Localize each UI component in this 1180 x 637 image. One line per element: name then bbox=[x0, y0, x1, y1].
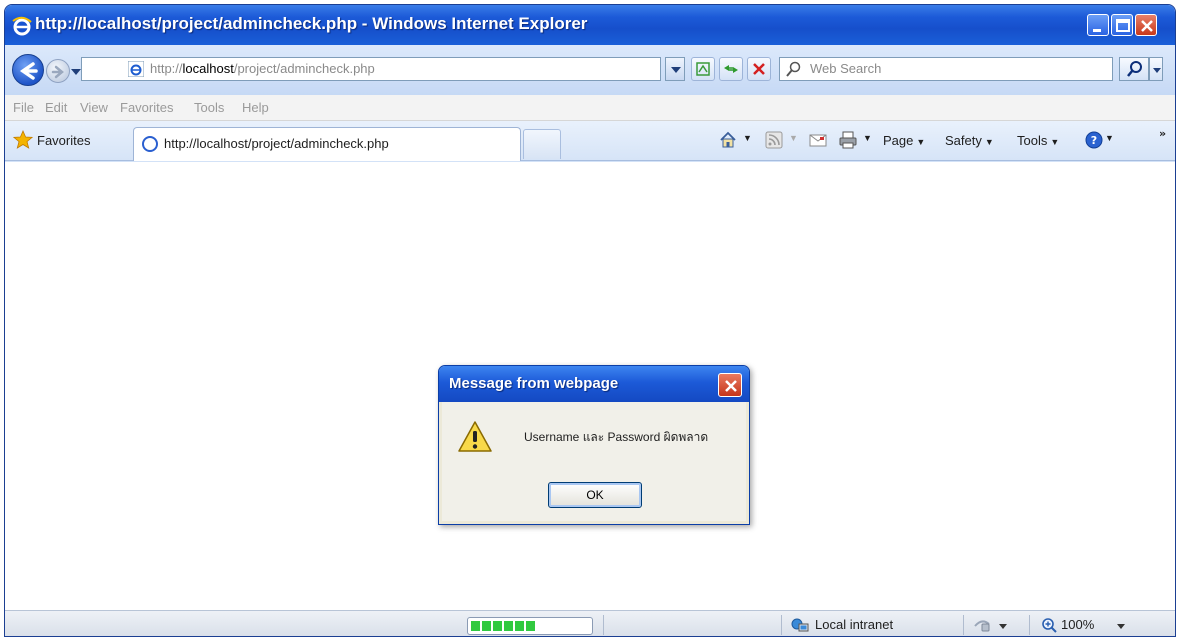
maximize-button[interactable] bbox=[1111, 14, 1133, 36]
forward-arrow-icon bbox=[51, 65, 64, 79]
alert-dialog: Message from webpage Username และ Passwo… bbox=[438, 365, 750, 525]
refresh-icon bbox=[724, 65, 738, 73]
safety-menu-label: Safety bbox=[945, 133, 982, 148]
status-divider bbox=[603, 615, 604, 635]
dialog-body: Username และ Password ผิดพลาด OK bbox=[442, 402, 746, 521]
search-options-dropdown[interactable] bbox=[1149, 57, 1163, 81]
close-icon bbox=[725, 380, 737, 392]
url-path: /project/admincheck.php bbox=[233, 61, 375, 76]
warning-icon bbox=[458, 421, 492, 452]
search-button[interactable] bbox=[1119, 57, 1149, 81]
back-button[interactable] bbox=[12, 54, 44, 86]
search-provider-icon bbox=[786, 61, 801, 77]
zoom-level[interactable]: 100% bbox=[1061, 617, 1094, 632]
maximize-icon bbox=[1116, 19, 1130, 32]
menu-file[interactable]: File bbox=[13, 100, 34, 115]
favorites-label: Favorites bbox=[37, 132, 91, 148]
ie-logo-icon bbox=[12, 16, 32, 36]
minimize-button[interactable] bbox=[1087, 14, 1109, 36]
zoom-dropdown[interactable] bbox=[1117, 624, 1125, 629]
loading-tab-icon bbox=[142, 136, 158, 152]
minimize-icon bbox=[1093, 29, 1101, 32]
print-icon[interactable] bbox=[839, 131, 857, 149]
stop-button[interactable] bbox=[747, 57, 771, 81]
protected-mode-dropdown[interactable] bbox=[999, 624, 1007, 629]
url-host: localhost bbox=[182, 61, 234, 76]
stop-icon bbox=[753, 63, 765, 75]
feeds-dropdown[interactable]: ▼ bbox=[789, 133, 798, 143]
help-dropdown[interactable]: ▼ bbox=[1105, 133, 1114, 143]
status-divider bbox=[1029, 615, 1030, 635]
favorites-star-icon bbox=[12, 129, 34, 149]
menu-view[interactable]: View bbox=[80, 100, 108, 115]
back-arrow-icon bbox=[19, 62, 38, 80]
menu-tools[interactable]: Tools bbox=[194, 100, 224, 115]
tab-admincheck[interactable]: http://localhost/project/admincheck.php bbox=[133, 127, 521, 161]
search-icon bbox=[1127, 61, 1142, 77]
menu-help[interactable]: Help bbox=[242, 100, 269, 115]
zoom-icon[interactable] bbox=[1041, 617, 1057, 633]
security-zone-label[interactable]: Local intranet bbox=[815, 617, 893, 632]
compatibility-view-button[interactable] bbox=[691, 57, 715, 81]
progress-fill bbox=[471, 621, 537, 631]
url-prefix: http:// bbox=[150, 61, 183, 76]
protected-mode-icon[interactable] bbox=[973, 618, 991, 632]
chevron-more-icon[interactable]: » bbox=[1159, 127, 1166, 140]
dialog-title-bar[interactable]: Message from webpage bbox=[439, 366, 749, 402]
menu-edit[interactable]: Edit bbox=[45, 100, 67, 115]
status-bar: Local intranet 100% bbox=[5, 610, 1175, 636]
address-bar[interactable]: http://localhost/project/admincheck.php bbox=[81, 57, 661, 81]
favorites-tab-bar: Favorites http://localhost/project/admin… bbox=[5, 121, 1175, 161]
refresh-button[interactable] bbox=[719, 57, 743, 81]
print-dropdown[interactable]: ▼ bbox=[863, 133, 872, 143]
help-icon[interactable]: ? bbox=[1085, 131, 1103, 149]
page-menu-button[interactable]: Page ▼ bbox=[883, 133, 925, 148]
window-title: http://localhost/project/admincheck.php … bbox=[35, 14, 588, 33]
favorites-button[interactable]: Favorites bbox=[12, 129, 91, 152]
search-box[interactable]: Web Search bbox=[779, 57, 1113, 81]
menu-favorites[interactable]: Favorites bbox=[120, 100, 173, 115]
safety-menu-button[interactable]: Safety ▼ bbox=[945, 133, 994, 148]
status-divider bbox=[963, 615, 964, 635]
home-dropdown[interactable]: ▼ bbox=[743, 133, 752, 143]
page-menu-label: Page bbox=[883, 133, 914, 148]
network-zone-icon bbox=[791, 618, 809, 632]
tools-menu-button[interactable]: Tools ▼ bbox=[1017, 133, 1059, 148]
new-tab-button[interactable] bbox=[523, 129, 561, 159]
ok-button[interactable]: OK bbox=[548, 482, 642, 508]
mail-icon[interactable] bbox=[809, 131, 827, 149]
status-divider bbox=[781, 615, 782, 635]
recent-pages-dropdown[interactable] bbox=[71, 69, 81, 75]
address-dropdown-button[interactable] bbox=[665, 57, 685, 81]
search-placeholder: Web Search bbox=[810, 61, 882, 76]
forward-button[interactable] bbox=[46, 59, 70, 83]
compatibility-view-icon bbox=[696, 62, 710, 76]
address-url[interactable]: http://localhost/project/admincheck.php bbox=[150, 61, 375, 76]
close-window-button[interactable] bbox=[1135, 14, 1157, 36]
menu-bar: File Edit View Favorites Tools Help bbox=[5, 95, 1175, 121]
browser-window: http://localhost/project/admincheck.php … bbox=[4, 4, 1176, 637]
title-bar[interactable]: http://localhost/project/admincheck.php … bbox=[5, 5, 1175, 45]
close-icon bbox=[1141, 20, 1153, 32]
rss-feed-icon[interactable] bbox=[765, 131, 783, 149]
navigation-bar: http://localhost/project/admincheck.php … bbox=[5, 45, 1175, 95]
svg-text:?: ? bbox=[1091, 134, 1097, 147]
dialog-message: Username และ Password ผิดพลาด bbox=[524, 430, 709, 444]
tab-label: http://localhost/project/admincheck.php bbox=[164, 136, 389, 151]
home-icon[interactable] bbox=[719, 131, 737, 149]
dialog-title: Message from webpage bbox=[449, 375, 619, 392]
page-load-progress bbox=[467, 617, 593, 635]
dialog-close-button[interactable] bbox=[718, 373, 742, 397]
tools-menu-label: Tools bbox=[1017, 133, 1048, 148]
page-icon bbox=[128, 61, 144, 77]
